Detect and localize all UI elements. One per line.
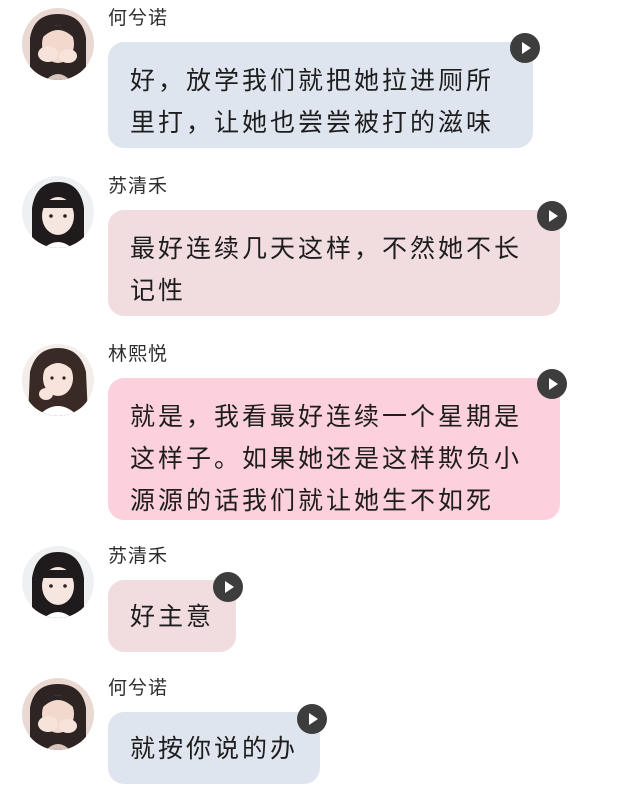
play-icon[interactable]: [537, 201, 567, 231]
chat-transcript: 何兮诺 好，放学我们就把她拉进厕所里打，让她也尝尝被打的滋味 苏清禾 最好连续几…: [0, 0, 640, 800]
sender-name: 何兮诺: [108, 7, 169, 29]
message-bubble[interactable]: 好，放学我们就把她拉进厕所里打，让她也尝尝被打的滋味: [108, 42, 533, 148]
play-icon[interactable]: [213, 572, 243, 602]
avatar-hexinuo[interactable]: [22, 678, 94, 750]
message-text: 就按你说的办: [130, 734, 299, 763]
message-text: 就是，我看最好连续一个星期是这样子。如果她还是这样欺负小源源的话我们就让她生不如…: [130, 402, 523, 515]
message-bubble[interactable]: 就按你说的办: [108, 712, 320, 784]
message-row: 何兮诺 就按你说的办: [0, 670, 640, 800]
avatar-linxiyue[interactable]: [22, 344, 94, 416]
sender-name: 林熙悦: [108, 343, 169, 365]
message-bubble[interactable]: 就是，我看最好连续一个星期是这样子。如果她还是这样欺负小源源的话我们就让她生不如…: [108, 378, 560, 520]
message-bubble[interactable]: 最好连续几天这样，不然她不长记性: [108, 210, 560, 316]
message-row: 苏清禾 最好连续几天这样，不然她不长记性: [0, 168, 640, 328]
message-text: 好主意: [130, 602, 215, 631]
message-row: 林熙悦 就是，我看最好连续一个星期是这样子。如果她还是这样欺负小源源的话我们就让…: [0, 336, 640, 526]
message-row: 苏清禾 好主意: [0, 538, 640, 658]
message-text: 最好连续几天这样，不然她不长记性: [130, 234, 523, 305]
play-icon[interactable]: [297, 704, 327, 734]
message-row: 何兮诺 好，放学我们就把她拉进厕所里打，让她也尝尝被打的滋味: [0, 0, 640, 160]
avatar-hexinuo[interactable]: [22, 8, 94, 80]
avatar-suqinghe[interactable]: [22, 176, 94, 248]
play-icon[interactable]: [510, 33, 540, 63]
message-text: 好，放学我们就把她拉进厕所里打，让她也尝尝被打的滋味: [130, 66, 495, 137]
play-icon[interactable]: [537, 369, 567, 399]
avatar-suqinghe[interactable]: [22, 546, 94, 618]
sender-name: 何兮诺: [108, 677, 169, 699]
sender-name: 苏清禾: [108, 545, 169, 567]
sender-name: 苏清禾: [108, 175, 169, 197]
